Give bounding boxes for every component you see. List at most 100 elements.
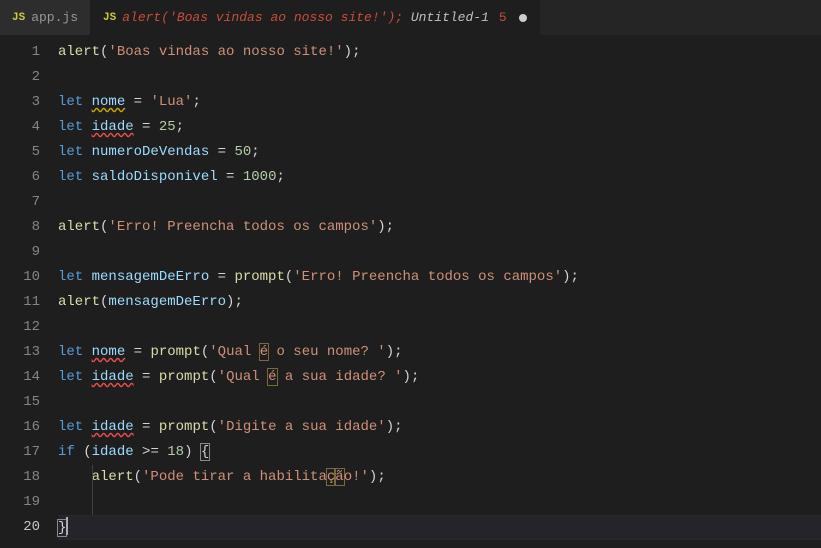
token: 50 — [234, 144, 251, 160]
token: o!' — [344, 469, 369, 485]
token: prompt — [159, 419, 209, 435]
token: mensagemDeErro — [92, 269, 210, 285]
token: 'Qual — [209, 344, 259, 360]
code-area[interactable]: alert('Boas vindas ao nosso site!');let … — [58, 35, 821, 548]
js-icon: JS — [12, 12, 25, 24]
line-number: 18 — [0, 465, 40, 490]
token: alert — [58, 219, 100, 235]
line-number: 15 — [0, 390, 40, 415]
tab-untitled[interactable]: JS alert('Boas vindas ao nosso site!'); … — [91, 0, 540, 35]
token: ) — [386, 419, 394, 435]
token: ; — [352, 44, 360, 60]
code-line[interactable]: let numeroDeVendas = 50; — [58, 140, 821, 165]
token: 'Pode tirar a habilita — [142, 469, 327, 485]
code-line[interactable] — [58, 190, 821, 215]
code-line[interactable]: alert('Boas vindas ao nosso site!'); — [58, 40, 821, 65]
token: ( — [209, 419, 217, 435]
js-icon: JS — [103, 12, 116, 24]
line-number: 13 — [0, 340, 40, 365]
tab-appjs[interactable]: JS app.js — [0, 0, 91, 35]
token: 'Erro! Preencha todos os campos' — [293, 269, 562, 285]
code-line[interactable]: let idade = prompt('Digite a sua idade')… — [58, 415, 821, 440]
line-number: 16 — [0, 415, 40, 440]
token: ) — [403, 369, 411, 385]
line-number: 5 — [0, 140, 40, 165]
indent-guide — [92, 465, 93, 490]
token: = — [218, 169, 243, 185]
line-number: 6 — [0, 165, 40, 190]
line-number: 10 — [0, 265, 40, 290]
line-number: 17 — [0, 440, 40, 465]
code-line[interactable] — [58, 315, 821, 340]
code-line[interactable]: alert('Pode tirar a habilitação!'); — [58, 465, 821, 490]
code-line[interactable]: if (idade >= 18) { — [58, 440, 821, 465]
line-number: 11 — [0, 290, 40, 315]
token: ) — [344, 44, 352, 60]
token: { — [200, 443, 210, 461]
token: 'Boas vindas ao nosso site!' — [108, 44, 343, 60]
token: 'Erro! Preencha todos os campos' — [108, 219, 377, 235]
code-line[interactable]: let idade = 25; — [58, 115, 821, 140]
code-line[interactable]: let idade = prompt('Qual é a sua idade? … — [58, 365, 821, 390]
token: if — [58, 444, 75, 460]
line-number: 2 — [0, 65, 40, 90]
token: prompt — [159, 369, 209, 385]
token: = — [209, 269, 234, 285]
token: o seu nome? ' — [268, 344, 386, 360]
token: let — [58, 344, 92, 360]
code-line[interactable]: alert(mensagemDeErro); — [58, 290, 821, 315]
token: ; — [234, 294, 242, 310]
token: ; — [411, 369, 419, 385]
token: 'Digite a sua idade' — [218, 419, 386, 435]
token: = — [134, 369, 159, 385]
editor[interactable]: 1234567891011121314151617181920 alert('B… — [0, 35, 821, 548]
line-number: 7 — [0, 190, 40, 215]
token: ( — [134, 469, 142, 485]
token: idade — [92, 369, 134, 385]
code-line[interactable] — [58, 65, 821, 90]
token: = — [125, 344, 150, 360]
token: prompt — [150, 344, 200, 360]
code-line[interactable] — [58, 390, 821, 415]
token: nome — [92, 94, 126, 110]
line-number: 19 — [0, 490, 40, 515]
code-line[interactable]: let nome = prompt('Qual é o seu nome? ')… — [58, 340, 821, 365]
token: idade — [92, 419, 134, 435]
code-line[interactable] — [58, 490, 821, 515]
line-number: 3 — [0, 90, 40, 115]
token: ; — [377, 469, 385, 485]
token: ; — [276, 169, 284, 185]
token: alert — [58, 44, 100, 60]
line-number: 9 — [0, 240, 40, 265]
token: 'Qual — [218, 369, 268, 385]
token: let — [58, 119, 92, 135]
token: 25 — [159, 119, 176, 135]
token: let — [58, 269, 92, 285]
code-line[interactable]: alert('Erro! Preencha todos os campos'); — [58, 215, 821, 240]
token: ; — [394, 344, 402, 360]
token: ) — [184, 444, 201, 460]
token: 18 — [167, 444, 184, 460]
text-cursor — [66, 517, 68, 535]
code-line[interactable]: let mensagemDeErro = prompt('Erro! Preen… — [58, 265, 821, 290]
code-line[interactable]: let saldoDisponivel = 1000; — [58, 165, 821, 190]
code-line[interactable]: let nome = 'Lua'; — [58, 90, 821, 115]
line-number: 8 — [0, 215, 40, 240]
dirty-indicator-icon — [519, 14, 527, 22]
token: let — [58, 169, 92, 185]
token: 1000 — [243, 169, 277, 185]
code-line[interactable]: } — [58, 515, 821, 540]
token: >= — [134, 444, 168, 460]
token: ) — [386, 344, 394, 360]
token: ; — [251, 144, 259, 160]
token: prompt — [234, 269, 284, 285]
problem-count-badge: 5 — [499, 10, 507, 25]
code-line[interactable] — [58, 240, 821, 265]
token: = — [134, 119, 159, 135]
line-number: 1 — [0, 40, 40, 65]
tab-label: alert('Boas vindas ao nosso site!'); Unt… — [122, 10, 489, 25]
token: ; — [386, 219, 394, 235]
token: ( — [209, 369, 217, 385]
line-number: 12 — [0, 315, 40, 340]
token: ; — [192, 94, 200, 110]
